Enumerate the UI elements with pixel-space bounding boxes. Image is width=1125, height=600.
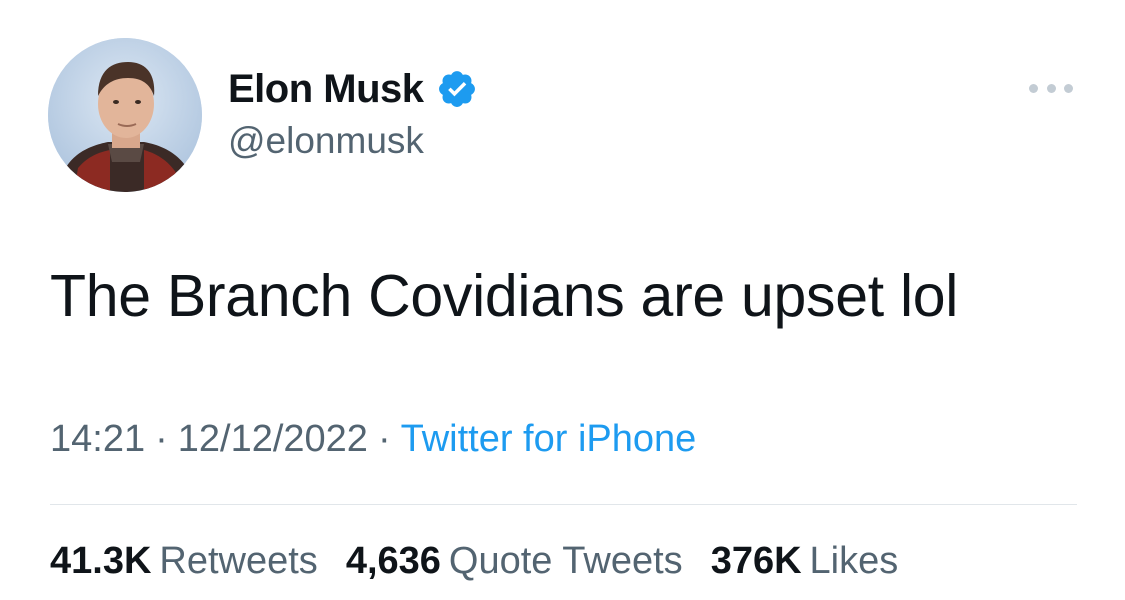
tweet-time[interactable]: 14:21 (50, 418, 145, 460)
tweet-date[interactable]: 12/12/2022 (178, 418, 368, 460)
quote-tweets-count: 4,636 (345, 540, 441, 582)
meta-separator: · (377, 418, 391, 460)
author-display-name[interactable]: Elon Musk (228, 67, 424, 112)
retweets-label: Retweets (159, 540, 318, 582)
tweet-meta: 14:21 · 12/12/2022 · Twitter for iPhone (50, 418, 696, 461)
tweet-text: The Branch Covidians are upset lol (50, 263, 959, 329)
divider (50, 504, 1077, 505)
verified-badge-icon (436, 68, 478, 110)
author-name-row: Elon Musk (228, 66, 478, 112)
likes-label: Likes (809, 540, 899, 582)
quote-tweets-stat[interactable]: 4,636 Quote Tweets (346, 540, 683, 583)
avatar-photo (48, 38, 202, 192)
more-dot (1046, 83, 1056, 93)
author-block: Elon Musk @elonmusk (228, 66, 478, 162)
more-dot (1064, 83, 1073, 93)
quote-tweets-label: Quote Tweets (448, 540, 683, 582)
more-dots-icon[interactable] (1029, 78, 1073, 98)
retweets-stat[interactable]: 41.3K Retweets (50, 540, 318, 583)
tweet-card: Elon Musk @elonmusk The Branch Covidians… (0, 0, 1125, 600)
avatar[interactable] (48, 38, 202, 192)
likes-count: 376K (710, 540, 802, 582)
tweet-source-link[interactable]: Twitter for iPhone (401, 418, 697, 460)
likes-stat[interactable]: 376K Likes (711, 540, 899, 583)
author-handle[interactable]: @elonmusk (228, 120, 478, 162)
retweets-count: 41.3K (50, 540, 152, 582)
more-dot (1029, 83, 1038, 93)
tweet-stats: 41.3K Retweets 4,636 Quote Tweets 376K Like… (50, 540, 898, 583)
meta-separator: · (155, 418, 168, 460)
